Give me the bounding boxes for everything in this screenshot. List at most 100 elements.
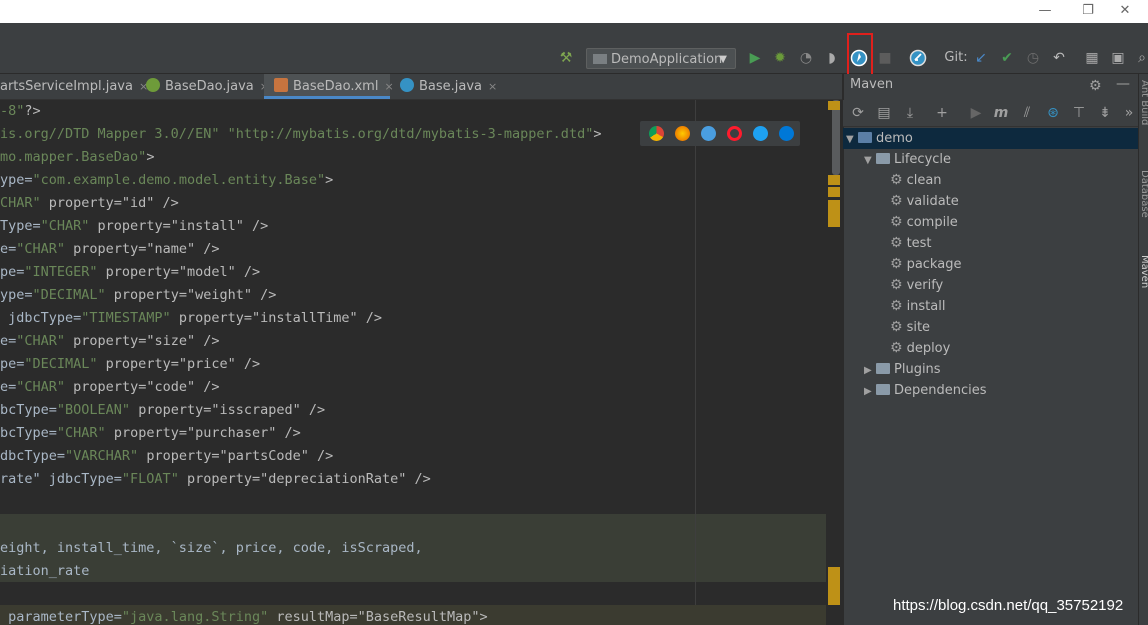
collapse-all-icon[interactable]: ⇟ — [1096, 104, 1114, 122]
internet-explorer-icon[interactable] — [753, 126, 768, 141]
right-margin-guide — [695, 100, 696, 605]
maven-tree-item-install[interactable]: ⚙ install — [890, 296, 945, 317]
debug-bug-icon[interactable]: ✹ — [771, 49, 789, 67]
tab-basedao-xml[interactable]: BaseDao.xml × — [264, 74, 394, 99]
folder-icon — [876, 363, 890, 374]
search-icon[interactable]: ⌕ — [1133, 49, 1148, 67]
run-configuration-select[interactable]: DemoApplication ▼ — [586, 48, 736, 69]
code-token: "VARCHAR" — [65, 448, 139, 464]
run-icon[interactable]: ▶ — [746, 49, 764, 67]
code-token: "CHAR" — [16, 333, 66, 349]
maven-tree-item-site[interactable]: ⚙ site — [890, 317, 930, 338]
toggle-offline-icon[interactable]: ⫽ — [1018, 104, 1036, 122]
maven-tree-item-clean[interactable]: ⚙ clean — [890, 170, 942, 191]
error-stripe-mark[interactable] — [828, 200, 840, 227]
maven-tree-item-plugins[interactable]: ▶ Plugins — [864, 359, 941, 380]
code-token: e= — [0, 333, 17, 349]
code-token: iation_rate — [0, 563, 90, 579]
tree-item-label: package — [906, 257, 962, 272]
code-token: "java.lang.String" — [121, 609, 269, 625]
more-icon[interactable]: » — [1120, 104, 1138, 122]
maven-tree-item-demo[interactable]: ▼ demo — [846, 128, 913, 149]
code-token: "CHAR" — [40, 218, 90, 234]
tree-item-label: demo — [876, 131, 913, 146]
edge-icon[interactable] — [779, 126, 794, 141]
close-window-button[interactable]: ✕ — [1102, 0, 1148, 23]
show-dependencies-icon[interactable]: ⊤ — [1070, 104, 1088, 122]
code-line: bcType="BOOLEAN" property="isscraped" /> — [0, 399, 325, 422]
coverage-icon[interactable]: ◔ — [797, 49, 815, 67]
execute-maven-goal-icon[interactable]: m — [992, 104, 1010, 122]
git-commit-icon[interactable]: ✔ — [998, 49, 1016, 67]
safari-icon[interactable] — [701, 126, 716, 141]
code-line: dbcType="VARCHAR" property="partsCode" /… — [0, 445, 333, 468]
close-tab-icon[interactable]: × — [488, 80, 497, 93]
tab-label: Base.java — [419, 79, 483, 94]
maven-tree-item-test[interactable]: ⚙ test — [890, 233, 932, 254]
profile-icon[interactable]: ◗ — [823, 49, 841, 67]
maven-tree-item-lifecycle[interactable]: ▼ Lifecycle — [864, 149, 951, 170]
maven-tree-item-dependencies[interactable]: ▶ Dependencies — [864, 380, 987, 401]
gear-icon[interactable]: ⚙ — [1089, 78, 1102, 94]
run-goal-icon[interactable]: ▶ — [967, 104, 985, 122]
code-token: eight, install_time, `size`, price, code… — [0, 540, 423, 556]
code-token: e= — [0, 241, 17, 257]
code-token: > — [325, 172, 334, 188]
project-structure-icon[interactable]: ▦ — [1083, 49, 1101, 67]
tab-base-java[interactable]: Base.java × — [392, 74, 497, 99]
generate-sources-icon[interactable]: ▤ — [875, 104, 893, 122]
build-hammer-icon[interactable]: ⚒ — [557, 49, 575, 67]
error-stripe-mark[interactable] — [828, 101, 840, 110]
code-line: Type="CHAR" property="install" /> — [0, 215, 268, 238]
chrome-icon[interactable] — [649, 126, 664, 141]
error-stripe-mark[interactable] — [828, 187, 840, 197]
maven-tree-item-compile[interactable]: ⚙ compile — [890, 212, 958, 233]
opera-icon[interactable] — [727, 126, 742, 141]
tree-item-label: test — [906, 236, 932, 251]
git-history-icon[interactable]: ◷ — [1024, 49, 1042, 67]
side-tab-maven[interactable]: Maven — [1139, 255, 1148, 288]
tree-item-label: Lifecycle — [894, 152, 952, 167]
code-token: property="code" /> — [65, 379, 220, 395]
window-title-bar — [0, 0, 1148, 23]
maven-tree-item-validate[interactable]: ⚙ validate — [890, 191, 959, 212]
code-line: pe="INTEGER" property="model" /> — [0, 261, 260, 284]
reimport-icon[interactable]: ⟳ — [849, 104, 867, 122]
git-update-icon[interactable]: ↙ — [972, 49, 990, 67]
maven-tree-item-package[interactable]: ⚙ package — [890, 254, 961, 275]
code-line: eight, install_time, `size`, price, code… — [0, 537, 423, 560]
gear-icon: ⚙ — [890, 277, 903, 293]
code-token: bcType= — [0, 425, 57, 441]
collapsed-arrow-icon[interactable]: ▶ — [864, 381, 876, 402]
code-line: bcType="CHAR" property="purchaser" /> — [0, 422, 301, 445]
tab-parts-service-impl[interactable]: artsServiceImpl.java × — [0, 74, 148, 99]
error-stripe-mark[interactable] — [828, 175, 840, 185]
skip-tests-icon[interactable]: ⊛ — [1044, 104, 1062, 122]
code-editor[interactable]: -8"?> is.org//DTD Mapper 3.0//EN" "http:/… — [0, 100, 842, 625]
maven-tree-item-verify[interactable]: ⚙ verify — [890, 275, 943, 296]
code-token: "FLOAT" — [121, 471, 179, 487]
maven-tree-item-deploy[interactable]: ⚙ deploy — [890, 338, 950, 359]
error-stripe-mark[interactable] — [828, 567, 840, 605]
download-icon[interactable]: ⤓ — [901, 104, 919, 122]
side-tab-ant-build[interactable]: Ant Build — [1139, 80, 1148, 125]
code-token: CHAR" — [0, 195, 41, 211]
side-tab-database[interactable]: Database — [1139, 170, 1148, 218]
code-token: bcType= — [0, 402, 57, 418]
open-in-browser-bar — [640, 121, 800, 146]
git-rollback-icon[interactable]: ↶ — [1050, 49, 1068, 67]
scrollbar-thumb[interactable] — [832, 100, 840, 175]
add-project-icon[interactable]: + — [933, 104, 951, 122]
tab-basedao-java[interactable]: BaseDao.java× — [138, 74, 269, 99]
jrebel-debug-icon[interactable] — [909, 49, 927, 67]
collapsed-arrow-icon[interactable]: ▶ — [864, 360, 876, 381]
firefox-icon[interactable] — [675, 126, 690, 141]
expanded-arrow-icon[interactable]: ▼ — [846, 129, 858, 150]
presentation-icon[interactable]: ▣ — [1109, 49, 1127, 67]
hide-panel-icon[interactable]: — — [1116, 76, 1130, 92]
stop-icon[interactable]: ■ — [876, 49, 894, 67]
expanded-arrow-icon[interactable]: ▼ — [864, 150, 876, 171]
class-icon — [400, 78, 414, 92]
minimize-button[interactable]: — — [1022, 0, 1068, 23]
application-icon — [593, 54, 607, 64]
